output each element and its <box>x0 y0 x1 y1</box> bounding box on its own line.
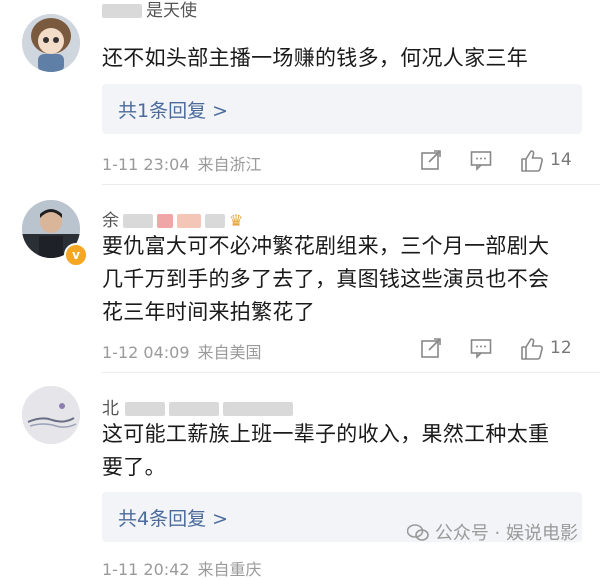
nickname[interactable]: 是天使 <box>102 0 197 21</box>
location: 来自浙江 <box>197 155 262 174</box>
wechat-icon <box>406 523 435 544</box>
share-icon[interactable] <box>420 337 442 363</box>
nickname[interactable]: 余 ♛ <box>102 206 243 231</box>
timestamp: 1-12 04:09 <box>102 343 190 362</box>
comment-meta: 1-11 23:04 来自浙江 <box>102 151 262 175</box>
nickname[interactable]: 北 <box>102 394 297 419</box>
action-bar: 14 <box>420 149 580 173</box>
share-icon[interactable] <box>420 149 442 175</box>
comment-text: 还不如头部主播一场赚的钱多，何况人家三年 <box>102 46 528 70</box>
avatar[interactable] <box>22 386 80 444</box>
timestamp: 1-11 20:42 <box>102 560 190 579</box>
like-icon[interactable] <box>520 337 544 365</box>
comment-icon[interactable] <box>470 149 492 175</box>
divider <box>102 184 600 185</box>
timestamp: 1-11 23:04 <box>102 155 190 174</box>
landscape-avatar-icon <box>22 386 80 444</box>
comment-icon[interactable] <box>470 337 492 363</box>
like-icon[interactable] <box>520 149 544 177</box>
verified-badge-icon: v <box>64 243 88 267</box>
like-count: 12 <box>550 338 572 358</box>
action-bar: 12 <box>420 337 580 361</box>
location: 来自美国 <box>197 343 262 362</box>
watermark: 公众号 · 娱说电影 <box>406 519 578 545</box>
comment-text: 这可能工薪族上班一辈子的收入，果然工种太重 要了。 <box>102 422 550 479</box>
avatar[interactable] <box>22 14 80 72</box>
crown-icon: ♛ <box>229 211 244 230</box>
like-count: 14 <box>550 150 572 170</box>
comment-text: 要仇富大可不必冲繁花剧组来，三个月一部剧大 几千万到手的多了去了，真图钱这些演员… <box>102 234 550 324</box>
comment-meta: 1-12 04:09 来自美国 <box>102 339 262 363</box>
divider <box>102 372 600 373</box>
replies-link[interactable]: 共1条回复 > <box>102 84 582 134</box>
comment-meta: 1-11 20:42 来自重庆 <box>102 556 262 580</box>
doll-avatar-icon <box>22 14 80 72</box>
location: 来自重庆 <box>197 560 262 579</box>
